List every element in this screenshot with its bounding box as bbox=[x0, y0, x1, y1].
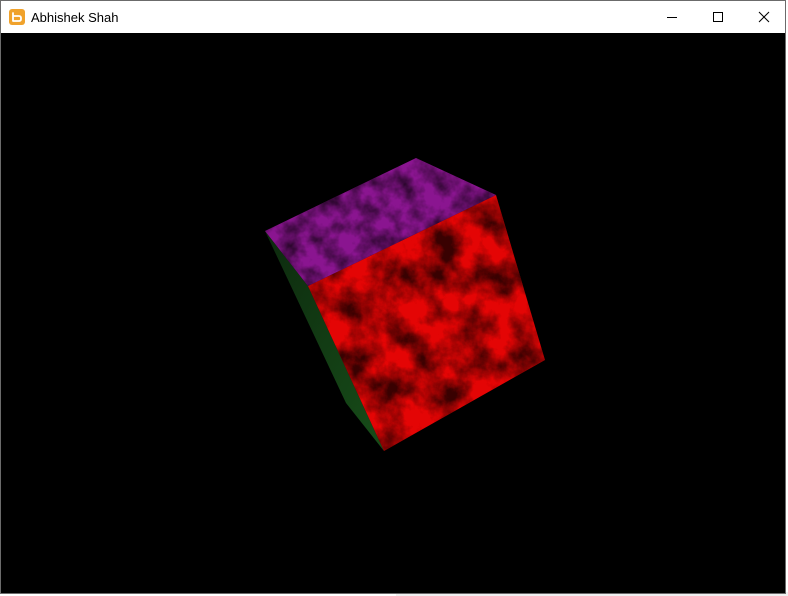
app-icon bbox=[9, 9, 25, 25]
close-button[interactable] bbox=[741, 1, 787, 33]
close-icon bbox=[758, 11, 770, 23]
title-bar[interactable]: Abhishek Shah bbox=[1, 1, 785, 33]
app-window: Abhishek Shah bbox=[0, 0, 786, 594]
render-canvas[interactable] bbox=[1, 33, 785, 593]
cube-scene bbox=[265, 158, 545, 451]
maximize-button[interactable] bbox=[695, 1, 741, 33]
minimize-icon bbox=[667, 17, 677, 18]
window-title: Abhishek Shah bbox=[31, 10, 119, 25]
minimize-button[interactable] bbox=[649, 1, 695, 33]
maximize-icon bbox=[713, 12, 723, 22]
